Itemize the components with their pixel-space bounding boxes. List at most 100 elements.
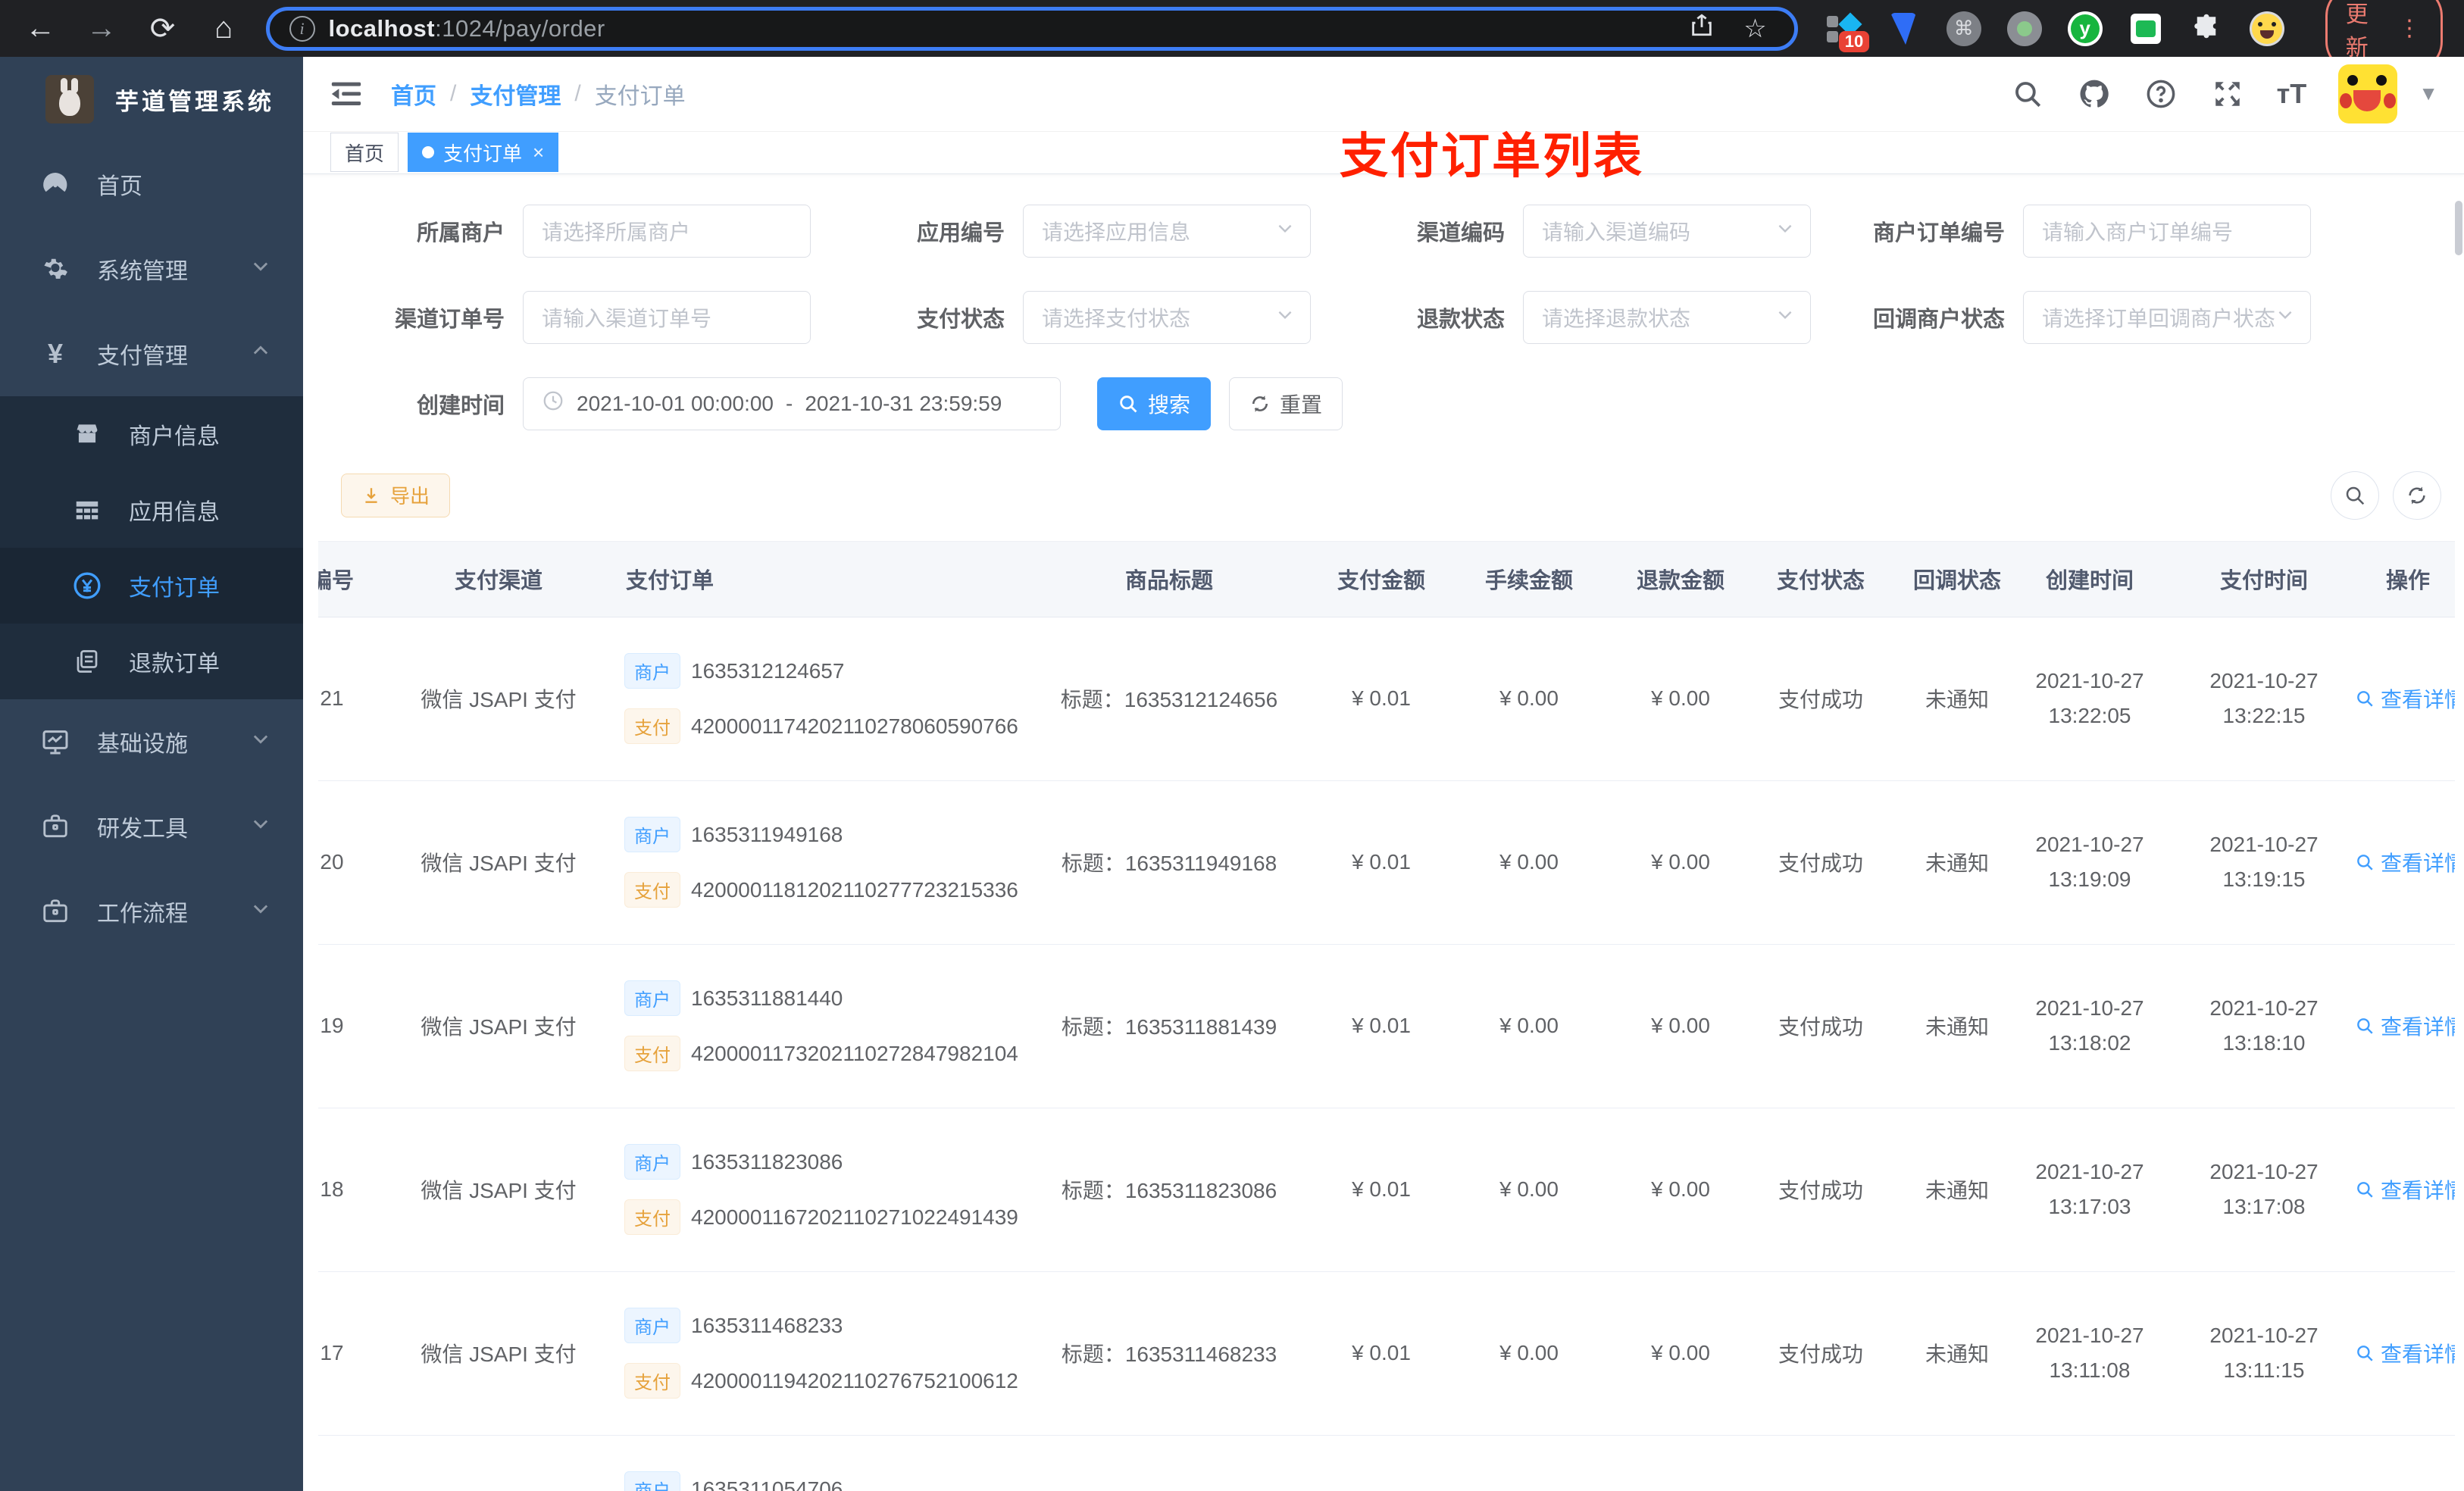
table-toolbar: 导出 bbox=[341, 470, 2441, 520]
avatar-caret-icon[interactable]: ▼ bbox=[2419, 82, 2438, 105]
sidebar-item-dev-tools[interactable]: 研发工具 bbox=[0, 784, 303, 869]
merchant-order-line: 商户 1635311823086 bbox=[624, 1144, 1006, 1180]
collapse-sidebar-icon[interactable] bbox=[329, 79, 364, 109]
merchant-tag: 商户 bbox=[624, 980, 680, 1017]
pay-status-select[interactable]: 请选择支付状态 bbox=[1023, 290, 1311, 344]
share-icon[interactable] bbox=[1681, 12, 1722, 45]
scrollbar-thumb[interactable] bbox=[2455, 201, 2462, 255]
cell-pay-order: 商户 1635312124657 支付 42000011742021102780… bbox=[612, 617, 1018, 781]
sidebar-item-merchant-info[interactable]: 商户信息 bbox=[0, 396, 303, 472]
sidebar-item-label: 退款订单 bbox=[129, 652, 220, 677]
sidebar-item-payment[interactable]: ¥ 支付管理 bbox=[0, 311, 303, 396]
app-select[interactable]: 请选择应用信息 bbox=[1023, 204, 1311, 258]
channel-order-no-input[interactable]: 请输入渠道订单号 bbox=[523, 290, 811, 344]
table-row: 19 微信 JSAPI 支付 商户 1635311881440 支付 42000… bbox=[318, 944, 2455, 1108]
forward-icon[interactable]: → bbox=[83, 8, 121, 50]
sidebar: 芋道管理系统 首页 系统管理 ¥ 支付管理 商户信息 应用信息 支付订单 退款订… bbox=[0, 57, 303, 1491]
address-bar[interactable]: i localhost:1024/pay/order ☆ bbox=[265, 6, 1798, 51]
help-icon[interactable] bbox=[2143, 77, 2178, 111]
extension-command-icon[interactable]: ⌘ bbox=[1946, 11, 1981, 46]
pay-order-line: 支付 4200001194202110276752100612 bbox=[624, 1363, 1018, 1399]
reload-icon[interactable]: ⟳ bbox=[143, 8, 182, 50]
refund-status-select[interactable]: 请选择退款状态 bbox=[1523, 290, 1811, 344]
merchant-order-line: 商户 1635311054706 bbox=[624, 1471, 1006, 1491]
cell-create-time: 2021-10-27 13:22:05 bbox=[2006, 617, 2173, 781]
cell-refund: ¥ 0.00 bbox=[1628, 1108, 1734, 1272]
sidebar-item-refund-order[interactable]: 退款订单 bbox=[0, 624, 303, 699]
fullscreen-icon[interactable] bbox=[2210, 77, 2245, 111]
view-detail-label: 查看详情 bbox=[2381, 1343, 2455, 1367]
font-size-icon[interactable]: ᴛT bbox=[2277, 78, 2307, 110]
view-detail-link[interactable]: 查看详情 bbox=[2355, 1174, 2455, 1205]
cell-pay-status: 支付成功 bbox=[1734, 617, 1908, 781]
filter-channel-code: 渠道编码 请输入渠道编码 bbox=[1349, 204, 1849, 258]
view-detail-link[interactable]: 查看详情 bbox=[2355, 847, 2455, 877]
back-icon[interactable]: ← bbox=[21, 8, 60, 50]
app-logo-row[interactable]: 芋道管理系统 bbox=[0, 57, 303, 142]
cell-title: 标题：1635312124656 bbox=[1006, 617, 1332, 781]
sidebar-item-infrastructure[interactable]: 基础设施 bbox=[0, 699, 303, 784]
chevron-down-icon bbox=[1775, 305, 1795, 330]
view-detail-label: 查看详情 bbox=[2381, 1179, 2455, 1203]
view-detail-link[interactable]: 查看详情 bbox=[2355, 1011, 2455, 1041]
view-detail-link[interactable]: 查看详情 bbox=[2355, 1338, 2455, 1368]
orders-table: 编号 支付渠道 支付订单 商品标题 支付金额 手续金额 退款金额 支付状态 回调… bbox=[318, 540, 2455, 1491]
export-button[interactable]: 导出 bbox=[341, 473, 451, 517]
breadcrumb-payment[interactable]: 支付管理 bbox=[470, 77, 561, 111]
cell-pay-time: 2021-10-27 13:11:15 bbox=[2173, 1271, 2355, 1436]
github-icon[interactable] bbox=[2077, 77, 2112, 111]
cell-id: 21 bbox=[318, 617, 385, 781]
cell-fee: ¥ 0.00 bbox=[1431, 1108, 1628, 1272]
bookmark-star-icon[interactable]: ☆ bbox=[1736, 14, 1774, 44]
search-button[interactable]: 搜索 bbox=[1097, 377, 1212, 430]
sidebar-item-workflow[interactable]: 工作流程 bbox=[0, 869, 303, 954]
extension-kite-icon[interactable] bbox=[1886, 11, 1921, 46]
site-info-icon[interactable]: i bbox=[289, 15, 315, 42]
extension-y-icon[interactable]: y bbox=[2067, 11, 2103, 46]
sidebar-item-home[interactable]: 首页 bbox=[0, 142, 303, 227]
close-tab-icon[interactable]: × bbox=[533, 141, 544, 164]
cell-notify-status bbox=[1908, 1435, 2006, 1491]
document-copy-icon bbox=[71, 648, 103, 675]
breadcrumb-home[interactable]: 首页 bbox=[391, 77, 436, 111]
cell-fee: ¥ 0.00 bbox=[1431, 780, 1628, 945]
cell-fee: ¥ 0.00 bbox=[1431, 1271, 1628, 1436]
cell-id: 18 bbox=[318, 1108, 385, 1272]
reset-button[interactable]: 重置 bbox=[1229, 377, 1343, 430]
avatar[interactable] bbox=[2338, 64, 2398, 123]
create-time-range-picker[interactable]: 2021-10-01 00:00:00 - 2021-10-31 23:59:5… bbox=[523, 377, 1061, 430]
header-search-icon[interactable] bbox=[2010, 77, 2045, 111]
sidebar-item-app-info[interactable]: 应用信息 bbox=[0, 472, 303, 548]
extension-puzzle-icon[interactable] bbox=[2189, 11, 2224, 46]
sidebar-item-system[interactable]: 系统管理 bbox=[0, 227, 303, 311]
toggle-search-button[interactable] bbox=[2331, 470, 2379, 520]
view-detail-link[interactable]: 查看详情 bbox=[2355, 683, 2455, 714]
range-end: 2021-10-31 23:59:59 bbox=[805, 391, 1002, 415]
browser-menu-dots-icon[interactable]: ⋮ bbox=[2398, 15, 2422, 42]
merchant-input[interactable]: 请选择所属商户 bbox=[523, 204, 811, 258]
extension-chat-icon[interactable] bbox=[2128, 11, 2163, 46]
extension-badge: 10 bbox=[1838, 30, 1870, 52]
refresh-table-button[interactable] bbox=[2393, 470, 2441, 520]
table-row: 21 微信 JSAPI 支付 商户 1635312124657 支付 42000… bbox=[318, 617, 2455, 781]
merchant-order-no-input[interactable]: 请输入商户订单编号 bbox=[2023, 204, 2311, 258]
filter-channel-order-no: 渠道订单号 请输入渠道订单号 bbox=[349, 290, 849, 344]
cell-refund: ¥ 0.00 bbox=[1628, 617, 1734, 781]
notify-status-select[interactable]: 请选择订单回调商户状态 bbox=[2023, 290, 2311, 344]
merchant-order-no: 1635312124657 bbox=[691, 658, 845, 683]
sidebar-item-pay-order[interactable]: 支付订单 bbox=[0, 548, 303, 624]
home-icon[interactable]: ⌂ bbox=[205, 8, 243, 50]
chevron-down-icon bbox=[2275, 305, 2295, 330]
cell-notify-status: 未通知 bbox=[1908, 780, 2006, 945]
cell-create-time: 2021-10-27 13:17:03 bbox=[2006, 1108, 2173, 1272]
cell-actions: 查看详情 bbox=[2355, 1435, 2455, 1491]
channel-code-select[interactable]: 请输入渠道编码 bbox=[1523, 204, 1811, 258]
chevron-down-icon bbox=[250, 898, 271, 925]
filter-notify-status: 回调商户状态 请选择订单回调商户状态 bbox=[1849, 290, 2349, 344]
merchant-tag: 商户 bbox=[624, 1308, 680, 1344]
extension-dot-icon[interactable] bbox=[2006, 11, 2042, 46]
extension-emoji-icon[interactable] bbox=[2249, 11, 2284, 46]
extension-blocks-icon[interactable]: 10 bbox=[1825, 11, 1870, 52]
tab-pay-order[interactable]: 支付订单 × bbox=[408, 133, 559, 173]
tab-home[interactable]: 首页 bbox=[330, 133, 399, 173]
